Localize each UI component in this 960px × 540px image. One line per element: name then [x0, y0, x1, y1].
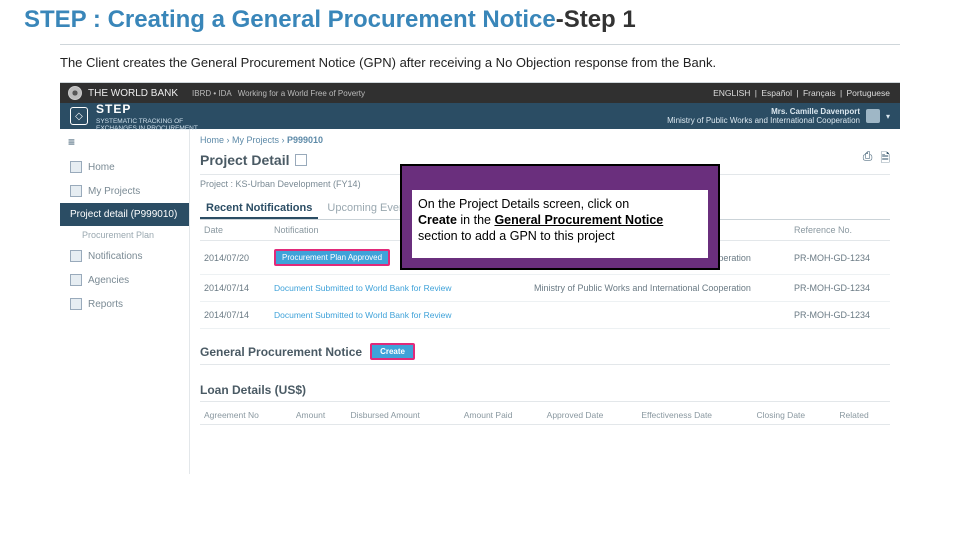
- sidebar-item-home[interactable]: Home: [60, 155, 189, 179]
- sidebar: ≡ Home My Projects Project detail (P9990…: [60, 129, 190, 474]
- gpn-title: General Procurement Notice: [200, 345, 362, 359]
- status-badge-approved[interactable]: Procurement Plan Approved: [274, 249, 390, 266]
- step-brand-label: STEP: [96, 102, 131, 116]
- tree-icon: [70, 274, 82, 286]
- sidebar-item-agencies[interactable]: Agencies: [60, 268, 189, 292]
- col-date: Date: [200, 220, 270, 241]
- cell-date-1: 2014/07/14: [200, 275, 270, 302]
- cell-org-2: [530, 302, 790, 329]
- user-org: Ministry of Public Works and Internation…: [667, 116, 860, 125]
- print-icon[interactable]: ⎙: [863, 149, 873, 170]
- cell-date-0: 2014/07/20: [200, 241, 270, 275]
- lang-en[interactable]: ENGLISH: [713, 88, 750, 98]
- sidebar-item-notifications[interactable]: Notifications: [60, 244, 189, 268]
- breadcrumb-home[interactable]: Home: [200, 135, 224, 145]
- lang-pt[interactable]: Portuguese: [847, 88, 890, 98]
- cell-ref-2: PR-MOH-GD-1234: [790, 302, 890, 329]
- callout-create-word: Create: [418, 213, 457, 227]
- col-disbursed: Disbursed Amount: [346, 406, 459, 425]
- loan-section-title: Loan Details (US$): [200, 383, 890, 402]
- user-name: Mrs. Camille Davenport: [667, 107, 860, 116]
- col-closing: Closing Date: [752, 406, 835, 425]
- step-topbar: ◇ STEP SYSTEMATIC TRACKING OF EXCHANGES …: [60, 103, 900, 129]
- chevron-down-icon[interactable]: ▾: [886, 112, 890, 121]
- cell-ref-1: PR-MOH-GD-1234: [790, 275, 890, 302]
- col-approved: Approved Date: [543, 406, 638, 425]
- wb-logo-icon: [68, 86, 82, 100]
- lang-es[interactable]: Español: [761, 88, 792, 98]
- col-effective: Effectiveness Date: [637, 406, 752, 425]
- bell-icon: [70, 250, 82, 262]
- wb-brand-label: THE WORLD BANK: [88, 88, 178, 99]
- lang-fr[interactable]: Français: [803, 88, 836, 98]
- app-screenshot: THE WORLD BANK IBRD • IDA Working for a …: [60, 82, 900, 474]
- hamburger-icon[interactable]: ≡: [60, 129, 189, 155]
- sidebar-item-project-detail[interactable]: Project detail (P999010): [60, 203, 189, 226]
- wb-sub-label: IBRD • IDA: [192, 89, 232, 98]
- sidebar-notif-label: Notifications: [88, 251, 142, 262]
- gpn-section: General Procurement Notice Create: [200, 343, 890, 365]
- col-related: Related: [835, 406, 890, 425]
- sidebar-item-reports[interactable]: Reports: [60, 292, 189, 316]
- doc-link-1[interactable]: Document Submitted to World Bank for Rev…: [274, 283, 451, 293]
- sidebar-detail-label: Project detail (P999010): [70, 209, 177, 220]
- create-button[interactable]: Create: [370, 343, 415, 360]
- wb-motto: Working for a World Free of Poverty: [238, 89, 365, 98]
- user-icon[interactable]: [295, 154, 307, 166]
- step-logo-icon: ◇: [70, 107, 88, 125]
- cell-org-1: Ministry of Public Works and Internation…: [530, 275, 790, 302]
- cell-date-2: 2014/07/14: [200, 302, 270, 329]
- tab-recent[interactable]: Recent Notifications: [200, 199, 318, 219]
- sidebar-reports-label: Reports: [88, 299, 123, 310]
- sidebar-projects-label: My Projects: [88, 186, 140, 197]
- user-box[interactable]: Mrs. Camille Davenport Ministry of Publi…: [667, 107, 890, 125]
- col-amount: Amount: [292, 406, 347, 425]
- loan-table: Agreement No Amount Disbursed Amount Amo…: [200, 406, 890, 425]
- table-row: 2014/07/14 Document Submitted to World B…: [200, 275, 890, 302]
- avatar-icon[interactable]: [866, 109, 880, 123]
- intro-text: The Client creates the General Procureme…: [60, 44, 900, 78]
- page-title: Project Detail: [200, 152, 289, 168]
- callout-line3: section to add a GPN to this project: [418, 229, 615, 243]
- title-pre: STEP : Creating a General Procurement No…: [24, 6, 556, 33]
- sidebar-agencies-label: Agencies: [88, 275, 129, 286]
- breadcrumb-projects[interactable]: My Projects: [232, 135, 279, 145]
- language-bar[interactable]: ENGLISH | Español | Français | Portugues…: [711, 88, 892, 98]
- sidebar-sub-plan[interactable]: Procurement Plan: [60, 226, 189, 244]
- cell-ref-0: PR-MOH-GD-1234: [790, 241, 890, 275]
- col-agreement: Agreement No: [200, 406, 292, 425]
- sidebar-item-projects[interactable]: My Projects: [60, 179, 189, 203]
- clipboard-icon[interactable]: 🗎: [880, 149, 890, 170]
- callout-in: in the: [457, 213, 495, 227]
- table-row: 2014/07/14 Document Submitted to World B…: [200, 302, 890, 329]
- col-paid: Amount Paid: [460, 406, 543, 425]
- callout-gpn-word: General Procurement Notice: [494, 213, 663, 227]
- step-sub-label: SYSTEMATIC TRACKING OF EXCHANGES IN PROC…: [96, 118, 198, 132]
- doc-link-2[interactable]: Document Submitted to World Bank for Rev…: [274, 310, 451, 320]
- breadcrumb-project-id: P999010: [287, 135, 323, 145]
- house-icon: [70, 161, 82, 173]
- breadcrumb: Home › My Projects › P999010: [200, 135, 890, 145]
- slide-title: STEP : Creating a General Procurement No…: [0, 0, 960, 34]
- sidebar-home-label: Home: [88, 162, 115, 173]
- col-ref: Reference No.: [790, 220, 890, 241]
- report-icon: [70, 298, 82, 310]
- users-icon: [70, 185, 82, 197]
- title-suffix: -Step 1: [556, 6, 636, 33]
- callout-text: On the Project Details screen, click on …: [412, 190, 708, 258]
- callout-line1: On the Project Details screen, click on: [418, 197, 629, 211]
